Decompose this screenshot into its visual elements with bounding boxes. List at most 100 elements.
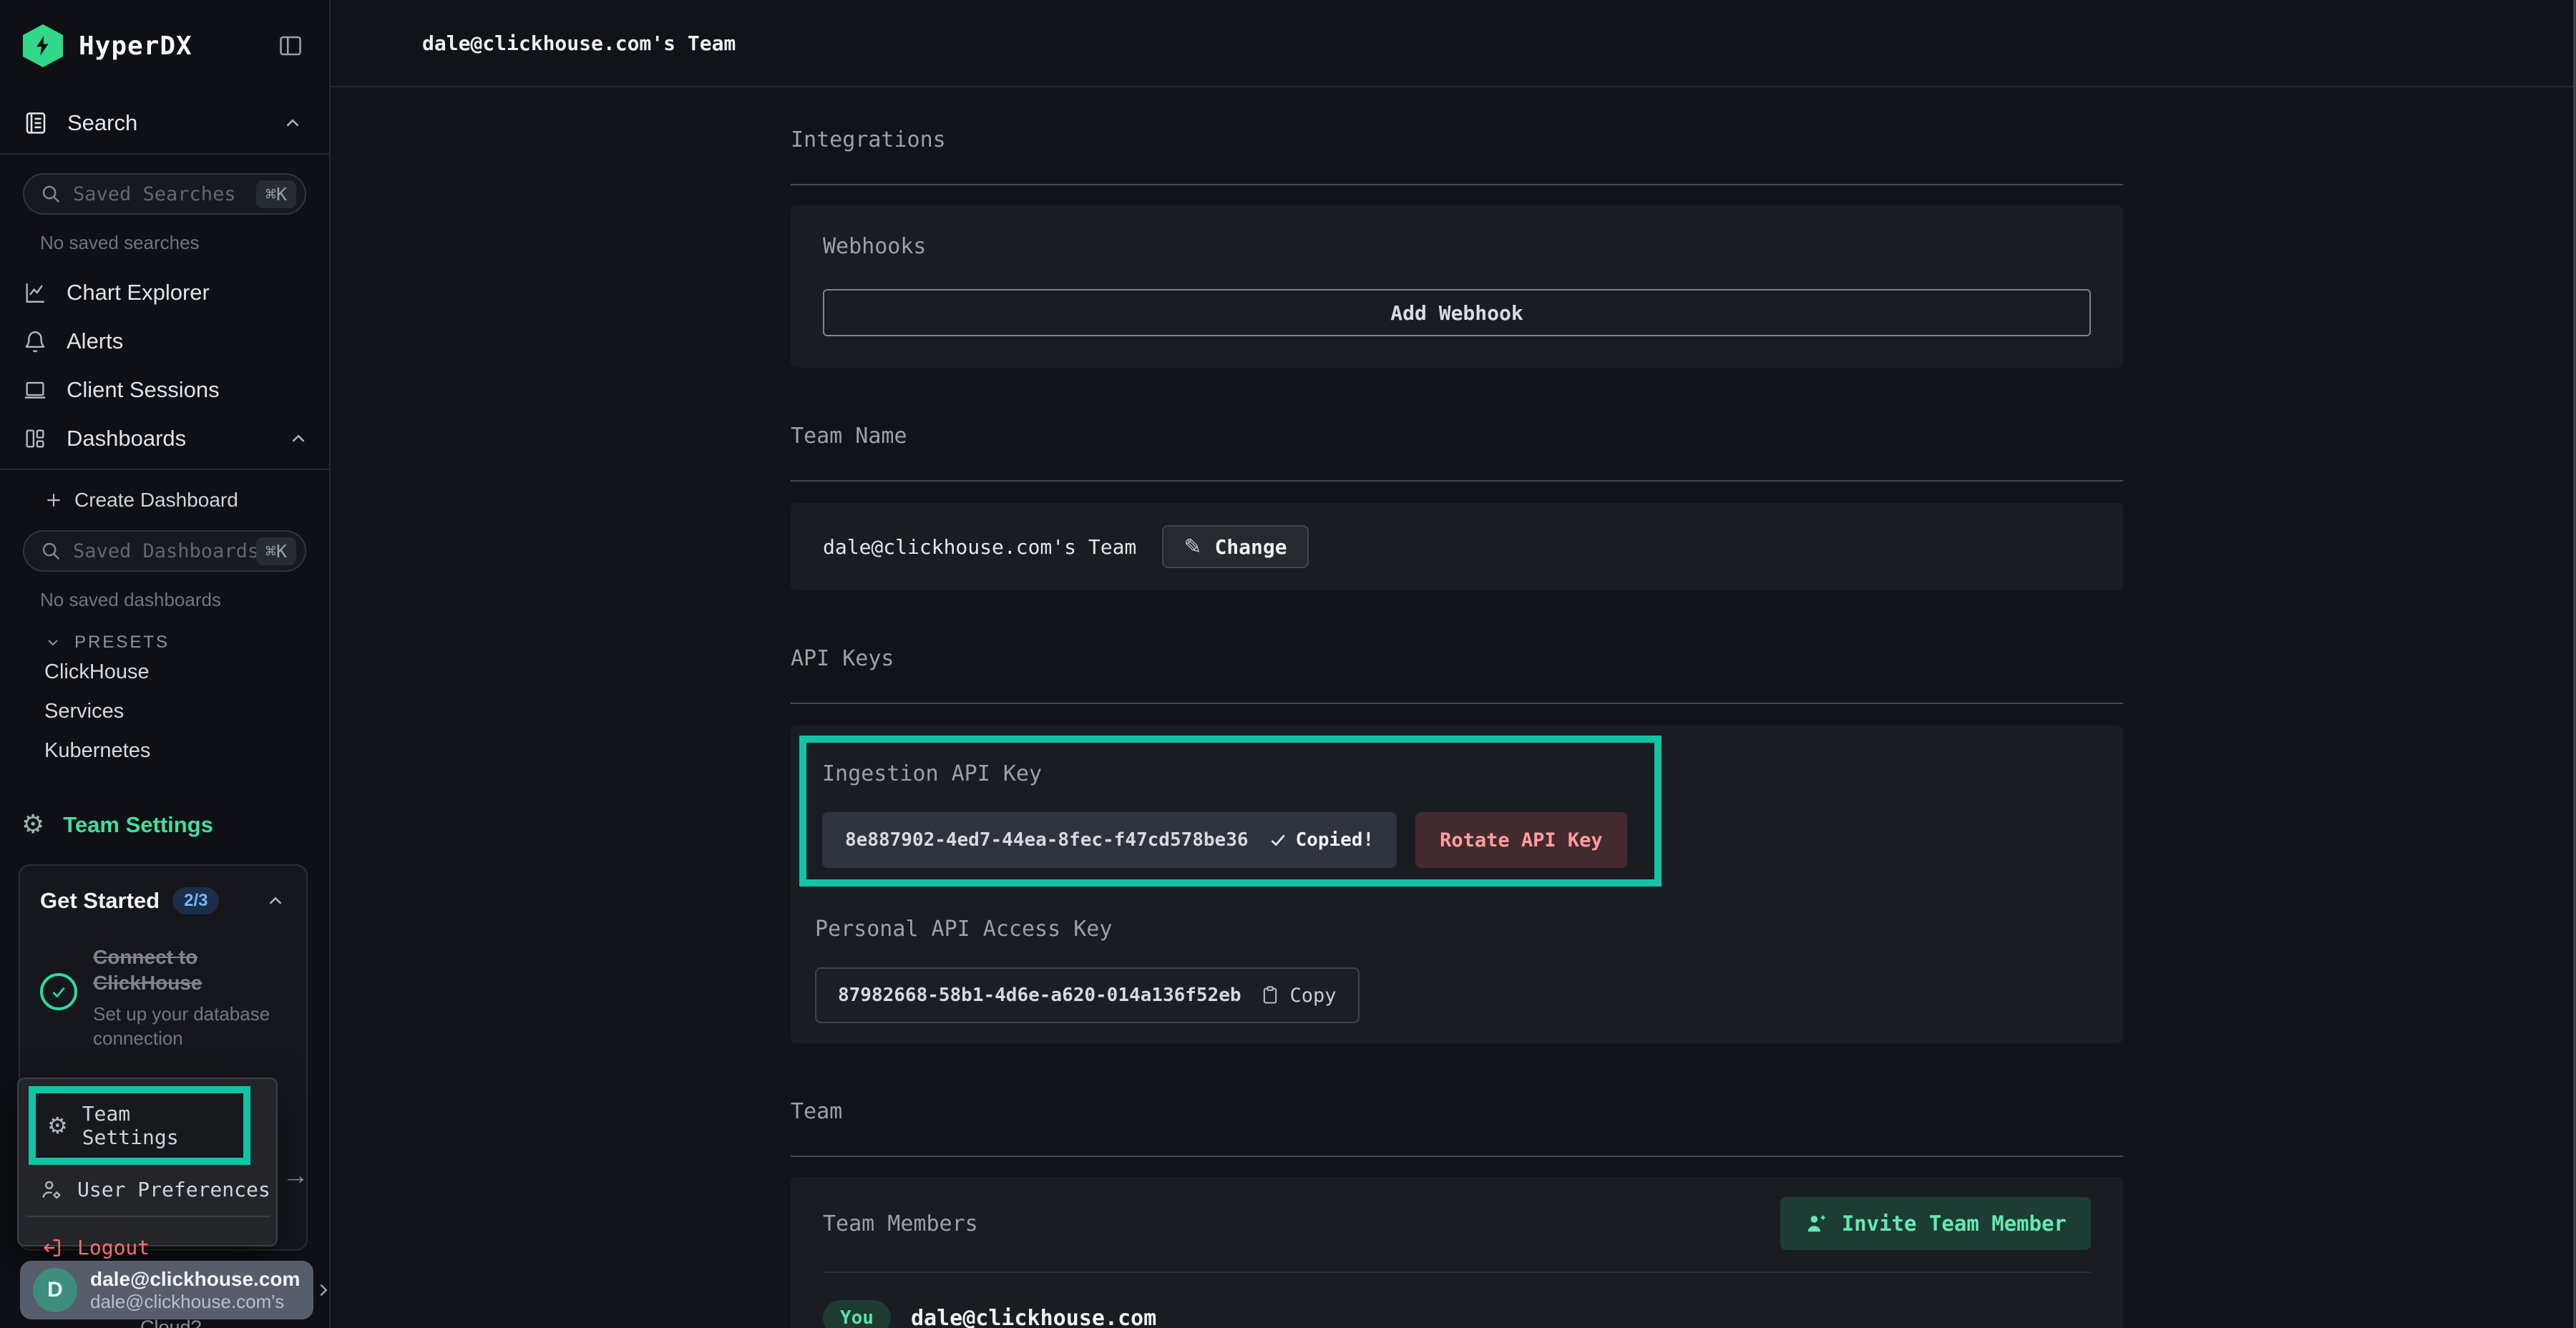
divider (791, 480, 2123, 482)
menu-item-user-preferences[interactable]: User Preferences (40, 1178, 276, 1201)
search-section-label: Search (67, 110, 137, 136)
divider (791, 184, 2123, 185)
step-description: Set up your database connection (93, 1002, 286, 1051)
ingestion-key-value: 8e887902-4ed7-44ea-8fec-f47cd578be36 (845, 829, 1249, 851)
journal-icon (23, 110, 49, 136)
team-member-row: You dale@clickhouse.com (823, 1300, 2091, 1328)
sidebar-section-search[interactable]: Search (0, 92, 329, 155)
page-header: dale@clickhouse.com's Team (331, 0, 2576, 87)
menu-item-label: Team Settings (82, 1102, 232, 1149)
sidebar-nav: Chart Explorer Alerts Client Sessions Da… (0, 268, 329, 470)
invite-team-member-button[interactable]: Invite Team Member (1780, 1197, 2091, 1250)
personal-key-label: Personal API Access Key (815, 917, 2091, 942)
no-saved-dashboards-text: No saved dashboards (40, 589, 329, 611)
preset-item-services[interactable]: Services (0, 692, 329, 731)
user-email: dale@clickhouse.com (90, 1267, 300, 1292)
change-label: Change (1214, 535, 1287, 559)
user-plus-icon (1805, 1212, 1828, 1235)
sidebar-item-chart-explorer[interactable]: Chart Explorer (0, 268, 329, 317)
webhooks-card: Webhooks Add Webhook (791, 205, 2123, 368)
copy-action[interactable]: Copy (1260, 985, 1337, 1007)
logo-row: HyperDX (0, 0, 329, 92)
menu-divider (27, 1216, 269, 1217)
arrow-right-icon[interactable]: → (282, 1161, 309, 1191)
menu-item-label: User Preferences (77, 1178, 270, 1201)
chevron-right-icon (313, 1279, 331, 1301)
logout-icon (40, 1236, 63, 1259)
search-icon (40, 540, 62, 562)
get-started-title: Get Started (40, 888, 160, 914)
saved-searches-input[interactable] (73, 183, 256, 205)
main-area: dale@clickhouse.com's Team Integrations … (331, 0, 2576, 1328)
team-name-value: dale@clickhouse.com's Team (823, 535, 1136, 559)
get-started-step-connect[interactable]: Connect to ClickHouse Set up your databa… (40, 944, 286, 1050)
hyperdx-logo-icon (23, 24, 63, 67)
invite-label: Invite Team Member (1842, 1211, 2067, 1236)
user-team-name: dale@clickhouse.com's (90, 1291, 300, 1313)
nav-label: Chart Explorer (67, 280, 210, 306)
sidebar-item-dashboards[interactable]: Dashboards (0, 414, 329, 463)
gear-icon: ⚙ (21, 812, 44, 838)
ingestion-key-chip[interactable]: 8e887902-4ed7-44ea-8fec-f47cd578be36 Cop… (822, 812, 1397, 868)
api-keys-heading: API Keys (791, 646, 2123, 671)
chevron-up-icon[interactable] (265, 890, 286, 912)
chevron-down-icon (44, 634, 62, 651)
annotation-box-ingestion-key: Ingestion API Key 8e887902-4ed7-44ea-8fe… (799, 736, 1662, 887)
sidebar-item-alerts[interactable]: Alerts (0, 317, 329, 366)
sidebar-item-client-sessions[interactable]: Client Sessions (0, 366, 329, 414)
team-name-card: dale@clickhouse.com's Team ✎ Change (791, 503, 2123, 590)
saved-dashboards-input[interactable] (73, 540, 256, 562)
menu-item-team-settings[interactable]: ⚙ Team Settings (36, 1093, 243, 1158)
avatar: D (33, 1268, 77, 1312)
user-gear-icon (40, 1178, 63, 1201)
preset-item-clickhouse[interactable]: ClickHouse (0, 653, 329, 692)
chevron-up-icon[interactable] (282, 112, 303, 134)
personal-key-chip[interactable]: 87982668-58b1-4d6e-a620-014a136f52eb Cop… (815, 967, 1360, 1023)
sidebar-item-team-settings[interactable]: ⚙ Team Settings (0, 812, 329, 838)
user-account-chip[interactable]: D dale@clickhouse.com dale@clickhouse.co… (20, 1261, 313, 1319)
saved-dashboards-input-wrap[interactable]: ⌘K (23, 530, 306, 572)
dashboards-grid-icon (23, 426, 47, 451)
add-webhook-button[interactable]: Add Webhook (823, 289, 2091, 336)
gear-icon: ⚙ (47, 1114, 68, 1137)
integrations-heading: Integrations (791, 127, 2123, 152)
personal-key-value: 87982668-58b1-4d6e-a620-014a136f52eb (838, 985, 1241, 1006)
nav-label: Client Sessions (67, 377, 220, 403)
create-dashboard-button[interactable]: Create Dashboard (0, 470, 329, 517)
copied-indicator: Copied! (1269, 829, 1375, 851)
scrollbar[interactable] (2573, 0, 2576, 1328)
bell-icon (23, 329, 47, 353)
cmd-k-shortcut-badge: ⌘K (256, 180, 296, 208)
clipboard-icon (1260, 985, 1280, 1005)
step-title: Connect to ClickHouse (93, 944, 286, 997)
progress-badge: 2/3 (172, 887, 219, 914)
annotation-box-team-settings: ⚙ Team Settings (29, 1086, 250, 1165)
nav-label: Dashboards (67, 426, 186, 451)
menu-item-label: Logout (77, 1236, 150, 1259)
collapse-sidebar-button[interactable] (278, 33, 303, 59)
presets-toggle[interactable]: PRESETS (44, 633, 329, 653)
check-circle-icon (40, 973, 77, 1010)
change-team-name-button[interactable]: ✎ Change (1162, 525, 1308, 568)
copied-label: Copied! (1296, 829, 1375, 851)
user-context-menu: ⚙ Team Settings User Preferences Logout (17, 1078, 278, 1246)
cmd-k-shortcut-badge: ⌘K (256, 537, 296, 565)
check-icon (1269, 831, 1287, 849)
nav-label: Alerts (67, 328, 123, 354)
rotate-api-key-button[interactable]: Rotate API Key (1415, 812, 1627, 868)
pencil-icon: ✎ (1184, 534, 1201, 560)
sidebar: HyperDX Search ⌘K No saved searches (0, 0, 331, 1328)
laptop-icon (23, 378, 47, 402)
divider (791, 1156, 2123, 1157)
team-members-title: Team Members (823, 1211, 978, 1236)
no-saved-searches-text: No saved searches (40, 232, 329, 254)
ingestion-key-label: Ingestion API Key (822, 761, 1637, 786)
team-heading: Team (791, 1099, 2123, 1124)
menu-item-logout[interactable]: Logout (40, 1236, 276, 1259)
preset-item-kubernetes[interactable]: Kubernetes (0, 731, 329, 771)
clipped-text-fragment: Cloud? (140, 1317, 202, 1328)
member-name: dale@clickhouse.com (911, 1306, 1156, 1328)
chevron-up-icon[interactable] (288, 428, 309, 449)
saved-searches-input-wrap[interactable]: ⌘K (23, 173, 306, 215)
page-title: dale@clickhouse.com's Team (422, 31, 736, 55)
